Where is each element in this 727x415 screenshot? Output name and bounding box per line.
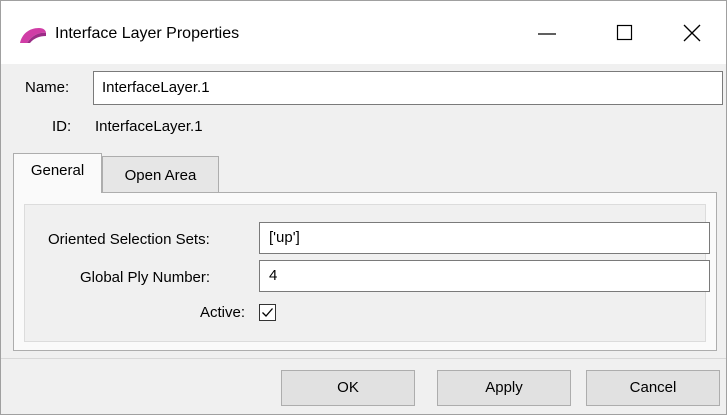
oriented-selection-sets-input[interactable]: ['up'] xyxy=(259,222,710,254)
tab-general[interactable]: General xyxy=(13,153,102,193)
id-label: ID: xyxy=(52,118,72,135)
maximize-button[interactable] xyxy=(591,1,659,64)
properties-dialog: Interface Layer Properties Name: Interfa… xyxy=(0,0,727,415)
global-ply-number-label: Global Ply Number: xyxy=(80,269,211,286)
global-ply-number-input[interactable]: 4 xyxy=(259,260,710,292)
tab-open-area[interactable]: Open Area xyxy=(102,156,219,194)
name-input[interactable]: InterfaceLayer.1 xyxy=(93,71,723,105)
minimize-icon xyxy=(538,33,556,35)
ok-button[interactable]: OK xyxy=(281,370,415,406)
minimize-button[interactable] xyxy=(513,1,581,64)
cancel-button[interactable]: Cancel xyxy=(586,370,720,406)
active-label: Active: xyxy=(200,304,246,321)
apply-button[interactable]: Apply xyxy=(437,370,571,406)
title-bar[interactable]: Interface Layer Properties xyxy=(1,1,726,64)
shell-icon xyxy=(19,26,47,44)
name-label: Name: xyxy=(25,79,70,96)
checkmark-icon xyxy=(262,308,273,317)
close-button[interactable] xyxy=(658,1,726,64)
window-title: Interface Layer Properties xyxy=(55,25,240,42)
close-icon xyxy=(683,24,701,42)
button-separator xyxy=(1,358,726,359)
id-value: InterfaceLayer.1 xyxy=(95,118,203,135)
maximize-icon xyxy=(616,24,633,41)
active-checkbox[interactable] xyxy=(259,304,276,321)
oriented-selection-sets-label: Oriented Selection Sets: xyxy=(48,231,210,248)
